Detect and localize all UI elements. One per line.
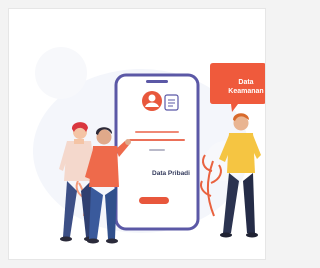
speech-bubble-text: Data Keamanan [221,78,265,96]
illustration-frame: Data Keamanan [8,8,266,260]
confirm-button [139,197,169,204]
illustration [33,47,265,244]
user-icon [142,91,162,111]
form-line [129,139,185,141]
form-line [135,131,179,133]
speech-bubble-line-2: Keamanan [228,88,264,95]
phone-device [114,73,200,231]
form-line [149,149,165,151]
document-icon [164,94,179,111]
speech-bubble-line-1: Data [238,79,254,86]
background-blob [35,47,87,99]
phone-title: Data Pribadi [152,170,190,177]
